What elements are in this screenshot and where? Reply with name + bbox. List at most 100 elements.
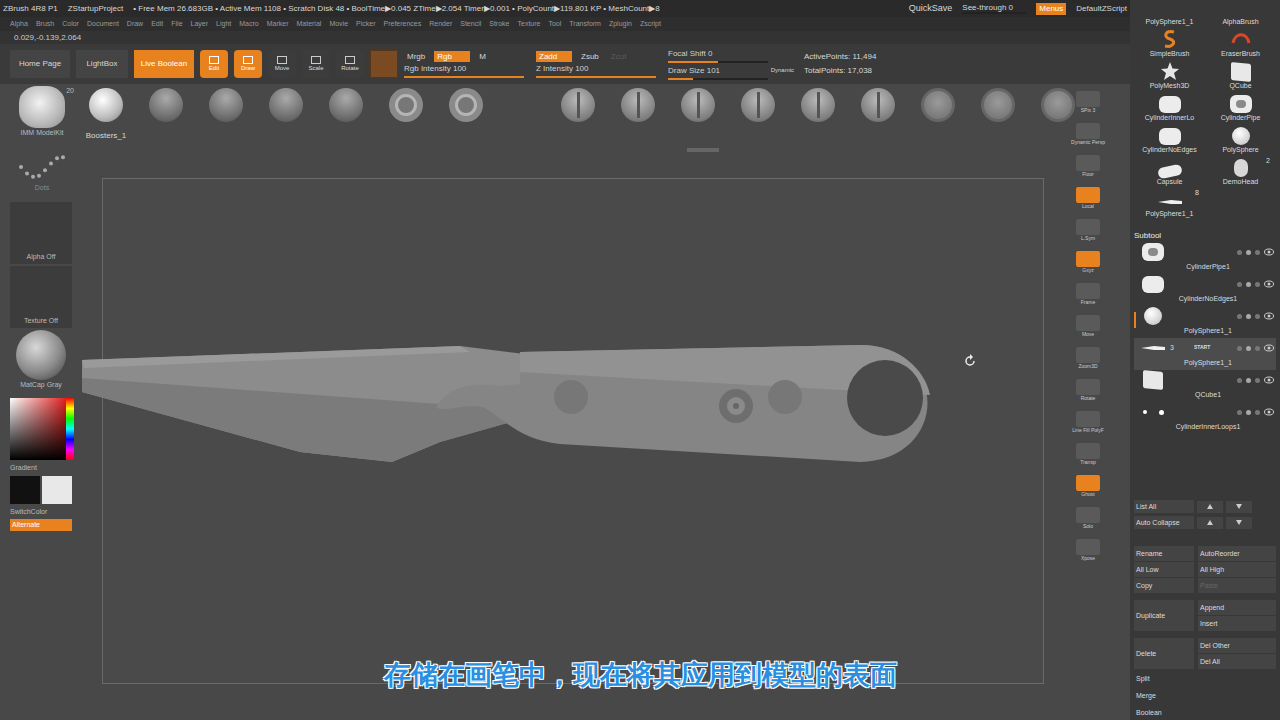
subtool-action-button[interactable]: Del All [1198, 654, 1276, 669]
menu-item[interactable]: Layer [191, 19, 209, 30]
view-button[interactable]: Local [1071, 182, 1105, 214]
menu-item[interactable]: Light [216, 19, 231, 30]
view-button[interactable]: Dynamic Persp [1071, 118, 1105, 150]
view-button[interactable]: Move [1071, 310, 1105, 342]
switch-color-button[interactable]: SwitchColor [10, 507, 47, 518]
menu-item[interactable]: Draw [127, 19, 143, 30]
view-button[interactable]: Line Fill PolyF [1071, 406, 1105, 438]
subtool-item[interactable]: 3STARTPolySphere1_1 [1134, 338, 1276, 370]
toggle-dot[interactable] [1255, 282, 1260, 287]
subtool-item[interactable]: CylinderNoEdges1 [1134, 274, 1276, 306]
menu-item[interactable]: Color [62, 19, 79, 30]
view-button[interactable]: Floor [1071, 150, 1105, 182]
eye-icon[interactable] [1264, 344, 1274, 352]
knife-model[interactable] [80, 330, 950, 470]
toggle-dot[interactable] [1255, 378, 1260, 383]
brush-stud-icon[interactable] [329, 88, 363, 122]
toggle-dot[interactable] [1255, 314, 1260, 319]
material-swatch[interactable] [370, 50, 398, 78]
rgb-intensity-slider[interactable]: Rgb Intensity 100 [404, 64, 524, 78]
view-button[interactable]: Xpose [1071, 534, 1105, 566]
toggle-dot[interactable] [1246, 346, 1251, 351]
menu-item[interactable]: Brush [36, 19, 54, 30]
menu-item[interactable]: File [171, 19, 182, 30]
menu-item[interactable]: Zscript [640, 19, 661, 30]
list-control-button[interactable]: Auto Collapse [1134, 516, 1194, 529]
subtool-item[interactable]: PolySphere1_1 [1134, 306, 1276, 338]
tool-item[interactable]: CylinderNoEdges [1134, 122, 1205, 154]
brush-stud-icon[interactable] [209, 88, 243, 122]
toggle-dot[interactable] [1237, 410, 1242, 415]
menu-item[interactable]: Texture [517, 19, 540, 30]
toggle-dot[interactable] [1237, 250, 1242, 255]
menu-item[interactable]: Stencil [460, 19, 481, 30]
focal-shift-slider[interactable]: Focal Shift 0 [668, 49, 768, 63]
draw-size-slider[interactable]: Draw Size 101 [668, 66, 768, 80]
eye-icon[interactable] [1264, 408, 1274, 416]
subtool-action-button[interactable]: Rename [1134, 546, 1194, 561]
mode-button[interactable]: Edit [200, 50, 228, 78]
texture-thumb[interactable]: Texture Off [10, 266, 72, 328]
menu-item[interactable]: Render [429, 19, 452, 30]
brush-ball-icon[interactable] [89, 88, 123, 122]
alpha-thumb[interactable]: Alpha Off [10, 202, 72, 264]
tool-item[interactable]: PolySphere1_1 [1134, 0, 1205, 26]
color-mode-button[interactable]: M [476, 51, 489, 62]
alternate-button[interactable]: Alternate [10, 519, 72, 531]
color-mode-button[interactable]: Rgb [434, 51, 470, 62]
subtool-action-button[interactable]: Copy [1134, 578, 1194, 593]
subtool-title[interactable]: Subtool [1134, 230, 1276, 242]
toggle-dot[interactable] [1237, 282, 1242, 287]
subtool-action-button[interactable]: Merge [1134, 688, 1194, 703]
tool-item[interactable]: QCube [1205, 58, 1276, 90]
toggle-dot[interactable] [1246, 282, 1251, 287]
brush-screw-icon[interactable] [621, 88, 655, 122]
toggle-dot[interactable] [1246, 250, 1251, 255]
subtool-action-button[interactable]: All Low [1134, 562, 1194, 577]
menu-item[interactable]: Tool [548, 19, 561, 30]
mode-button[interactable]: Rotate [336, 50, 364, 78]
list-control-button[interactable]: List All [1134, 500, 1194, 513]
subtool-action-button[interactable]: Del Other [1198, 638, 1276, 653]
z-mode-button[interactable]: Zadd [536, 51, 572, 62]
tool-item[interactable]: DemoHead2 [1205, 154, 1276, 186]
arrow-up-icon[interactable] [1197, 501, 1223, 513]
main-color-swatch[interactable] [10, 476, 40, 504]
tool-item[interactable]: Capsule [1134, 154, 1205, 186]
menu-item[interactable]: Preferences [384, 19, 422, 30]
subtool-action-button[interactable]: Insert [1198, 616, 1276, 631]
live-boolean-button[interactable]: Live Boolean [134, 50, 194, 78]
view-button[interactable]: Ghost [1071, 470, 1105, 502]
eye-icon[interactable] [1264, 248, 1274, 256]
arrow-up-icon[interactable] [1197, 517, 1223, 529]
gradient-label[interactable]: Gradient [10, 463, 37, 474]
menu-item[interactable]: Alpha [10, 19, 28, 30]
color-picker[interactable] [10, 398, 74, 460]
subtool-action-button[interactable]: Delete [1134, 638, 1194, 669]
view-button[interactable]: Zoom3D [1071, 342, 1105, 374]
subtool-item[interactable]: CylinderInnerLoops1 [1134, 402, 1276, 434]
mode-button[interactable]: Scale [302, 50, 330, 78]
brush-screw-icon[interactable] [861, 88, 895, 122]
toggle-dot[interactable] [1246, 378, 1251, 383]
menu-item[interactable]: Picker [356, 19, 375, 30]
eye-icon[interactable] [1264, 312, 1274, 320]
view-button[interactable]: Gxyz [1071, 246, 1105, 278]
view-button[interactable]: Solo [1071, 502, 1105, 534]
toggle-dot[interactable] [1246, 410, 1251, 415]
z-mode-button[interactable]: Zsub [578, 51, 602, 62]
brush-stud-icon[interactable] [269, 88, 303, 122]
subtool-action-button[interactable]: Split [1134, 671, 1194, 686]
arrow-down-icon[interactable] [1226, 501, 1252, 513]
tool-item[interactable]: SimpleBrush [1134, 26, 1205, 58]
subtool-action-button[interactable]: All High [1198, 562, 1276, 577]
quicksave-button[interactable]: QuickSave [909, 2, 953, 16]
secondary-color-swatch[interactable] [42, 476, 72, 504]
shelf-scrollbar[interactable] [687, 148, 719, 152]
view-button[interactable]: L.Sym [1071, 214, 1105, 246]
view-button[interactable]: Rotate [1071, 374, 1105, 406]
brush-disc-icon[interactable] [981, 88, 1015, 122]
dynamic-toggle[interactable]: Dynamic [771, 66, 794, 75]
tool-item[interactable]: AlphaBrush [1205, 0, 1276, 26]
home-page-button[interactable]: Home Page [10, 50, 70, 78]
